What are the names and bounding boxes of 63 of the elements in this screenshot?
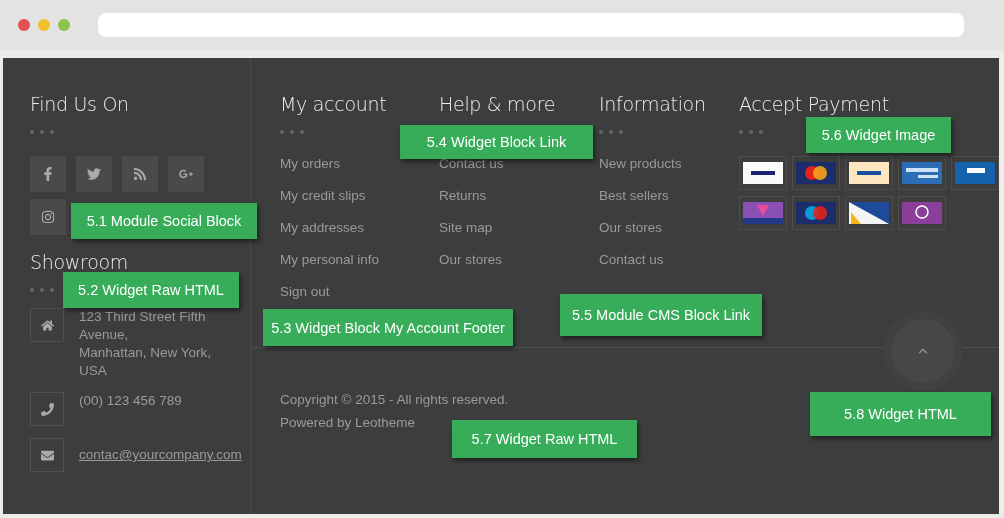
payment-card-icon — [902, 162, 942, 184]
house-icon — [40, 318, 54, 332]
annotation-label: 5.6 Widget Image — [806, 117, 951, 153]
annotation-label: 5.8 Widget HTML — [810, 392, 991, 436]
annotation-label: 5.7 Widget Raw HTML — [452, 420, 637, 458]
dots-divider — [599, 130, 625, 134]
camera-icon — [41, 210, 55, 224]
contact-text: (00) 123 456 789 — [79, 392, 183, 410]
powered-by-text: Powered by Leotheme — [280, 415, 416, 430]
phone-icon — [40, 402, 54, 416]
social-link[interactable] — [168, 156, 204, 192]
footer-link[interactable]: Contact us — [599, 252, 664, 268]
footer-link[interactable]: Our stores — [439, 252, 503, 268]
annotation-label: 5.4 Widget Block Link — [400, 125, 593, 159]
email-link[interactable]: contac@yourcompany.com — [79, 446, 242, 464]
footer-link[interactable]: Returns — [439, 188, 487, 204]
footer-link[interactable]: New products — [599, 156, 682, 172]
contact-text: 123 Third Street Fifth Avenue, Manhattan, New York, USA — [79, 308, 213, 380]
rss-icon — [133, 167, 147, 181]
minimize-dot-icon[interactable] — [38, 19, 50, 31]
chevron-up-icon — [918, 346, 928, 356]
close-dot-icon[interactable] — [18, 19, 30, 31]
payment-card-icon — [743, 162, 783, 184]
google-plus-icon — [179, 167, 193, 181]
payment-card-icon — [849, 202, 889, 224]
column-heading: My account — [280, 94, 388, 114]
envelope-icon — [40, 448, 54, 462]
column-heading: Help & more — [439, 94, 557, 114]
maximize-dot-icon[interactable] — [58, 19, 70, 31]
footer-link[interactable]: My addresses — [280, 220, 365, 236]
footer-link[interactable]: Best sellers — [599, 188, 669, 204]
payment-card-icon — [796, 202, 836, 224]
column-heading: Accept Payment — [739, 94, 890, 114]
dots-divider — [30, 288, 56, 292]
payment-card-icon — [743, 202, 783, 224]
section-heading: Find Us On — [30, 94, 130, 114]
dots-divider — [280, 130, 306, 134]
dots-divider — [739, 130, 765, 134]
social-link[interactable] — [30, 199, 66, 235]
column-heading: Information — [599, 94, 707, 114]
annotation-label: 5.5 Module CMS Block Link — [560, 294, 762, 336]
payment-card-icon — [796, 162, 836, 184]
social-link[interactable] — [76, 156, 112, 192]
annotation-label: 5.1 Module Social Block — [71, 203, 257, 239]
annotation-label: 5.2 Widget Raw HTML — [63, 272, 239, 308]
footer-link[interactable]: Site map — [439, 220, 493, 236]
section-heading: Showroom — [30, 252, 130, 272]
footer-link[interactable]: Our stores — [599, 220, 663, 236]
copyright-text: Copyright © 2015 - All rights reserved. — [280, 392, 509, 407]
social-link[interactable] — [30, 156, 66, 192]
footer-link[interactable]: My credit slips — [280, 188, 366, 204]
payment-card-icon — [955, 162, 995, 184]
facebook-icon — [41, 167, 55, 181]
footer-link[interactable]: Sign out — [280, 284, 330, 300]
dots-divider — [30, 130, 56, 134]
payment-card-icon — [849, 162, 889, 184]
bird-icon — [87, 167, 101, 181]
footer-link[interactable]: Contact us — [439, 156, 504, 172]
payment-card-icon — [902, 202, 942, 224]
footer-link[interactable]: My orders — [280, 156, 340, 172]
annotation-label: 5.3 Widget Block My Account Footer — [263, 309, 513, 346]
social-link[interactable] — [122, 156, 158, 192]
footer-link[interactable]: My personal info — [280, 252, 380, 268]
